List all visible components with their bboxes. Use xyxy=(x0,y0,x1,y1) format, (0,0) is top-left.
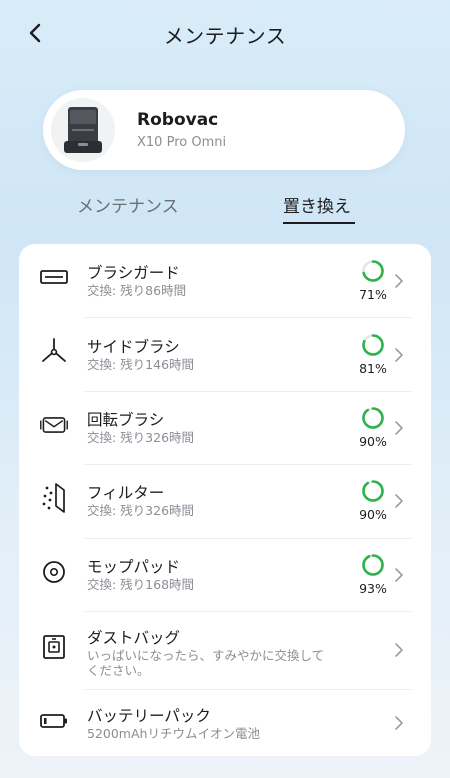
side-brush-icon xyxy=(39,336,69,366)
percent-label: 90% xyxy=(359,507,387,522)
list-item-battery[interactable]: バッテリーパック 5200mAhリチウムイオン電池 xyxy=(19,690,431,756)
brush-guard-icon xyxy=(39,262,69,292)
list-item-rolling-brush[interactable]: 回転ブラシ 交換: 残り326時間 90% xyxy=(19,392,431,465)
progress-ring xyxy=(362,407,384,429)
item-subtitle: 5200mAhリチウムイオン電池 xyxy=(87,726,260,741)
chevron-right-icon xyxy=(395,274,403,288)
item-title: サイドブラシ xyxy=(87,338,180,356)
progress-ring xyxy=(362,554,384,576)
chevron-right-icon xyxy=(395,421,403,435)
item-title: ダストバッグ xyxy=(87,629,181,647)
progress-ring xyxy=(362,260,384,282)
list-item-brush-guard[interactable]: ブラシガード 交換: 残り86時間 71% xyxy=(19,244,431,318)
rolling-brush-icon xyxy=(39,410,69,440)
parts-list: ブラシガード 交換: 残り86時間 71% サイドブラシ 交換: 残り146時間… xyxy=(19,244,431,756)
list-item-side-brush[interactable]: サイドブラシ 交換: 残り146時間 81% xyxy=(19,318,431,392)
progress-ring-fill xyxy=(362,407,384,429)
mop-pad-icon xyxy=(39,557,69,587)
progress-ring-fill xyxy=(362,554,384,576)
item-subtitle: 交換: 残り86時間 xyxy=(87,283,187,298)
item-title: バッテリーパック xyxy=(87,707,211,725)
chevron-right-icon xyxy=(395,494,403,508)
item-title: 回転ブラシ xyxy=(87,411,165,429)
robot-station-image xyxy=(51,98,115,162)
item-title: フィルター xyxy=(87,484,165,502)
tab-bar: メンテナンス 置き換え xyxy=(0,192,450,232)
device-model: X10 Pro Omni xyxy=(137,135,227,150)
active-tab-indicator xyxy=(283,222,355,224)
tab-replacement[interactable]: 置き換え xyxy=(283,192,351,217)
top-bar: メンテナンス xyxy=(0,0,450,68)
tab-maintenance[interactable]: メンテナンス xyxy=(77,192,179,217)
item-title: ブラシガード xyxy=(87,264,180,282)
item-subtitle: 交換: 残り326時間 xyxy=(87,430,195,445)
percent-label: 71% xyxy=(359,287,387,302)
progress-ring-fill xyxy=(362,480,384,502)
device-card[interactable]: Robovac X10 Pro Omni xyxy=(43,90,405,170)
percent-label: 93% xyxy=(359,581,387,596)
item-subtitle-line2: ください。 xyxy=(87,663,150,678)
item-subtitle: 交換: 残り326時間 xyxy=(87,503,195,518)
item-subtitle: 交換: 残り168時間 xyxy=(87,577,195,592)
filter-icon xyxy=(39,483,69,513)
chevron-right-icon xyxy=(395,643,403,657)
list-item-filter[interactable]: フィルター 交換: 残り326時間 90% xyxy=(19,465,431,539)
item-subtitle: 交換: 残り146時間 xyxy=(87,357,195,372)
chevron-right-icon xyxy=(395,568,403,582)
page-title: メンテナンス xyxy=(163,24,287,48)
percent-label: 90% xyxy=(359,434,387,449)
dust-bag-icon xyxy=(39,632,69,662)
chevron-right-icon xyxy=(395,716,403,730)
progress-ring xyxy=(362,334,384,356)
percent-label: 81% xyxy=(359,361,387,376)
device-name: Robovac xyxy=(137,110,219,130)
progress-ring xyxy=(362,480,384,502)
list-item-dust-bag[interactable]: ダストバッグ いっぱいになったら、すみやかに交換して ください。 xyxy=(19,612,431,690)
list-item-mop-pad[interactable]: モップパッド 交換: 残り168時間 93% xyxy=(19,539,431,612)
chevron-right-icon xyxy=(395,348,403,362)
battery-icon xyxy=(39,706,69,736)
item-title: モップパッド xyxy=(87,558,181,576)
item-subtitle-line1: いっぱいになったら、すみやかに交換して xyxy=(87,648,325,663)
